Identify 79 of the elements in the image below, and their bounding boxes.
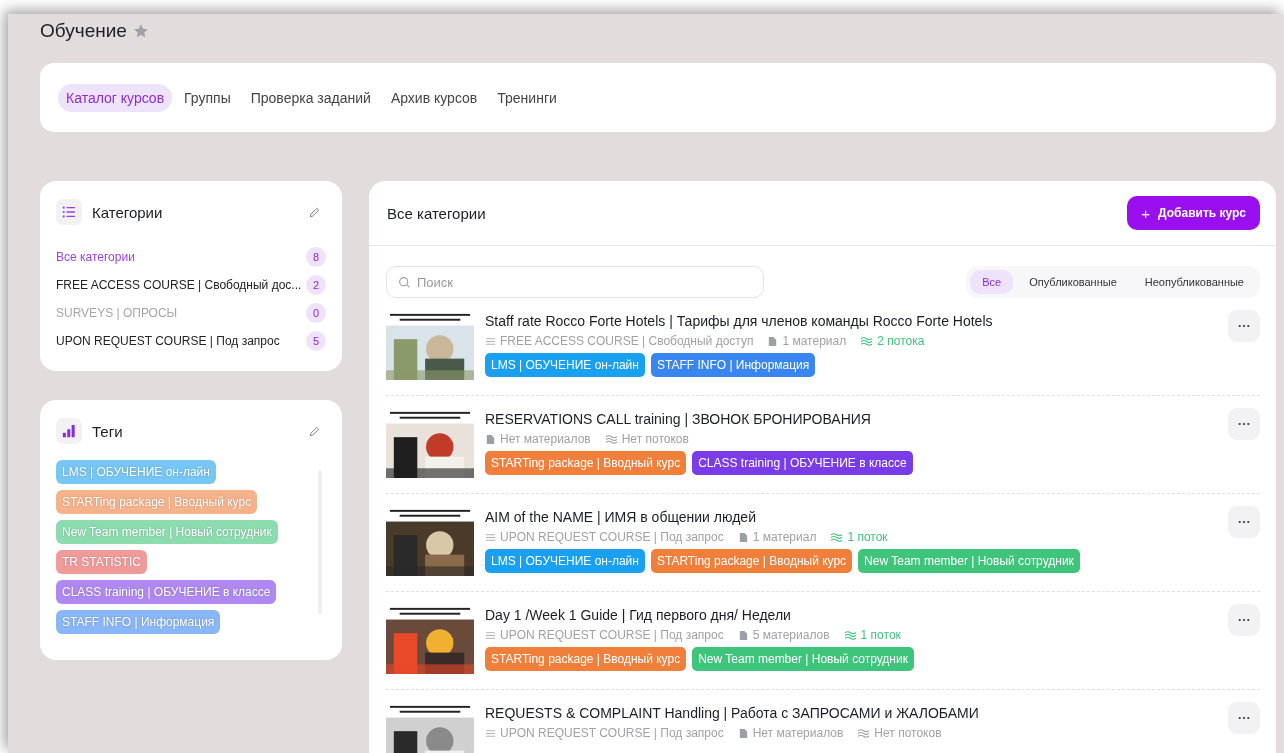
category-item[interactable]: SURVEYS | ОПРОСЫ 0 bbox=[56, 303, 326, 323]
tab[interactable]: Группы bbox=[176, 83, 239, 112]
document-icon bbox=[767, 335, 779, 347]
course-category: UPON REQUEST COURSE | Под запрос bbox=[485, 530, 724, 544]
materials-count: 1 материал bbox=[767, 334, 847, 348]
tab[interactable]: Каталог курсов bbox=[58, 83, 173, 112]
tag[interactable]: CLASS training | ОБУЧЕНИЕ в классе bbox=[692, 451, 913, 475]
tab[interactable]: Проверка заданий bbox=[242, 83, 379, 112]
lines-icon bbox=[485, 531, 496, 543]
star-icon[interactable] bbox=[132, 23, 149, 39]
tag[interactable]: STARTing package | Вводный курс bbox=[485, 647, 687, 671]
course-title[interactable]: AIM of the NAME | ИМЯ в общении людей bbox=[485, 509, 1217, 525]
course-category: FREE ACCESS COURSE | Свободный доступ bbox=[485, 334, 754, 348]
ellipsis-icon bbox=[1238, 324, 1250, 328]
document-icon bbox=[485, 433, 496, 445]
ellipsis-icon bbox=[1238, 520, 1250, 524]
panel-title: Все категории bbox=[387, 204, 486, 222]
course-title[interactable]: REQUESTS & COMPLAINT Handling | Работа с ЗАПРОСАМИ и ЖАЛОБАМИ bbox=[485, 705, 1217, 721]
streams-count: 2 потока bbox=[860, 334, 925, 348]
card-title: Теги bbox=[92, 422, 124, 440]
streams-count: Нет потоков bbox=[604, 432, 689, 446]
ellipsis-icon bbox=[1238, 422, 1250, 426]
pencil-icon[interactable] bbox=[309, 206, 320, 218]
search-icon bbox=[398, 276, 411, 289]
tab[interactable]: Тренинги bbox=[489, 83, 565, 112]
materials-count: 1 материал bbox=[737, 530, 817, 544]
streams-count: Нет потоков bbox=[857, 726, 942, 740]
ellipsis-icon bbox=[1238, 618, 1250, 622]
tag[interactable]: CLASS training | ОБУЧЕНИЕ в классе bbox=[56, 580, 277, 604]
count-badge: 8 bbox=[306, 247, 326, 267]
filter-tab[interactable]: Неопубликованные bbox=[1132, 270, 1256, 294]
filter-tab[interactable]: Опубликованные bbox=[1017, 270, 1129, 294]
course-title[interactable]: Staff rate Rocco Forte Hotels | Тарифы для членов команды Rocco Forte Hotels bbox=[485, 313, 1217, 329]
tag[interactable]: STAFF INFO | Информация bbox=[650, 353, 816, 377]
more-button[interactable] bbox=[1228, 408, 1260, 440]
search-field[interactable]: Поиск bbox=[386, 266, 764, 298]
tag[interactable]: LMS | ОБУЧЕНИЕ он-лайн bbox=[485, 549, 645, 573]
bar-chart-icon bbox=[56, 418, 82, 444]
category-item[interactable]: Все категории 8 bbox=[56, 247, 326, 267]
document-icon bbox=[737, 629, 749, 641]
streams-count: 1 поток bbox=[830, 530, 888, 544]
filter-tab[interactable]: Все bbox=[970, 270, 1014, 294]
page-title: Обучение bbox=[40, 20, 127, 42]
count-badge: 5 bbox=[306, 331, 326, 351]
waves-icon bbox=[843, 629, 857, 641]
tag[interactable]: LMS | ОБУЧЕНИЕ он-лайн bbox=[485, 353, 645, 377]
tab[interactable]: Архив курсов bbox=[382, 83, 486, 112]
more-button[interactable] bbox=[1228, 506, 1260, 538]
tag[interactable]: STARTing package | Вводный курс bbox=[485, 451, 687, 475]
count-badge: 0 bbox=[306, 303, 326, 323]
pencil-icon[interactable] bbox=[309, 425, 320, 437]
category-item[interactable]: UPON REQUEST COURSE | Под запрос 5 bbox=[56, 331, 326, 351]
streams-count: 1 поток bbox=[843, 628, 901, 642]
document-icon bbox=[737, 531, 749, 543]
document-icon bbox=[737, 727, 749, 739]
waves-icon bbox=[604, 433, 618, 445]
more-button[interactable] bbox=[1228, 702, 1260, 734]
course-category: UPON REQUEST COURSE | Под запрос bbox=[485, 628, 724, 642]
card-title: Категории bbox=[92, 203, 164, 221]
course-title[interactable]: Day 1 /Week 1 Guide | Гид первого дня/ Недели bbox=[485, 607, 1217, 623]
lines-icon bbox=[485, 629, 496, 641]
list-icon bbox=[56, 199, 82, 225]
materials-count: 5 материалов bbox=[737, 628, 830, 642]
count-badge: 2 bbox=[306, 275, 326, 295]
add-course-button[interactable]: + Добавить курс bbox=[1127, 196, 1260, 230]
lines-icon bbox=[485, 727, 496, 739]
course-title[interactable]: RESERVATIONS CALL training | ЗВОНОК БРОНИРОВАНИЯ bbox=[485, 411, 1217, 427]
waves-icon bbox=[857, 727, 871, 739]
lines-icon bbox=[485, 335, 496, 347]
more-button[interactable] bbox=[1228, 604, 1260, 636]
materials-count: Нет материалов bbox=[737, 726, 844, 740]
tag[interactable]: STARTing package | Вводный курс bbox=[650, 549, 853, 573]
course-category: UPON REQUEST COURSE | Под запрос bbox=[485, 726, 724, 740]
ellipsis-icon bbox=[1238, 716, 1250, 720]
more-button[interactable] bbox=[1228, 310, 1260, 342]
waves-icon bbox=[860, 335, 874, 347]
waves-icon bbox=[830, 531, 844, 543]
category-item[interactable]: FREE ACCESS COURSE | Свободный дос... 2 bbox=[56, 275, 326, 295]
materials-count: Нет материалов bbox=[485, 432, 591, 446]
